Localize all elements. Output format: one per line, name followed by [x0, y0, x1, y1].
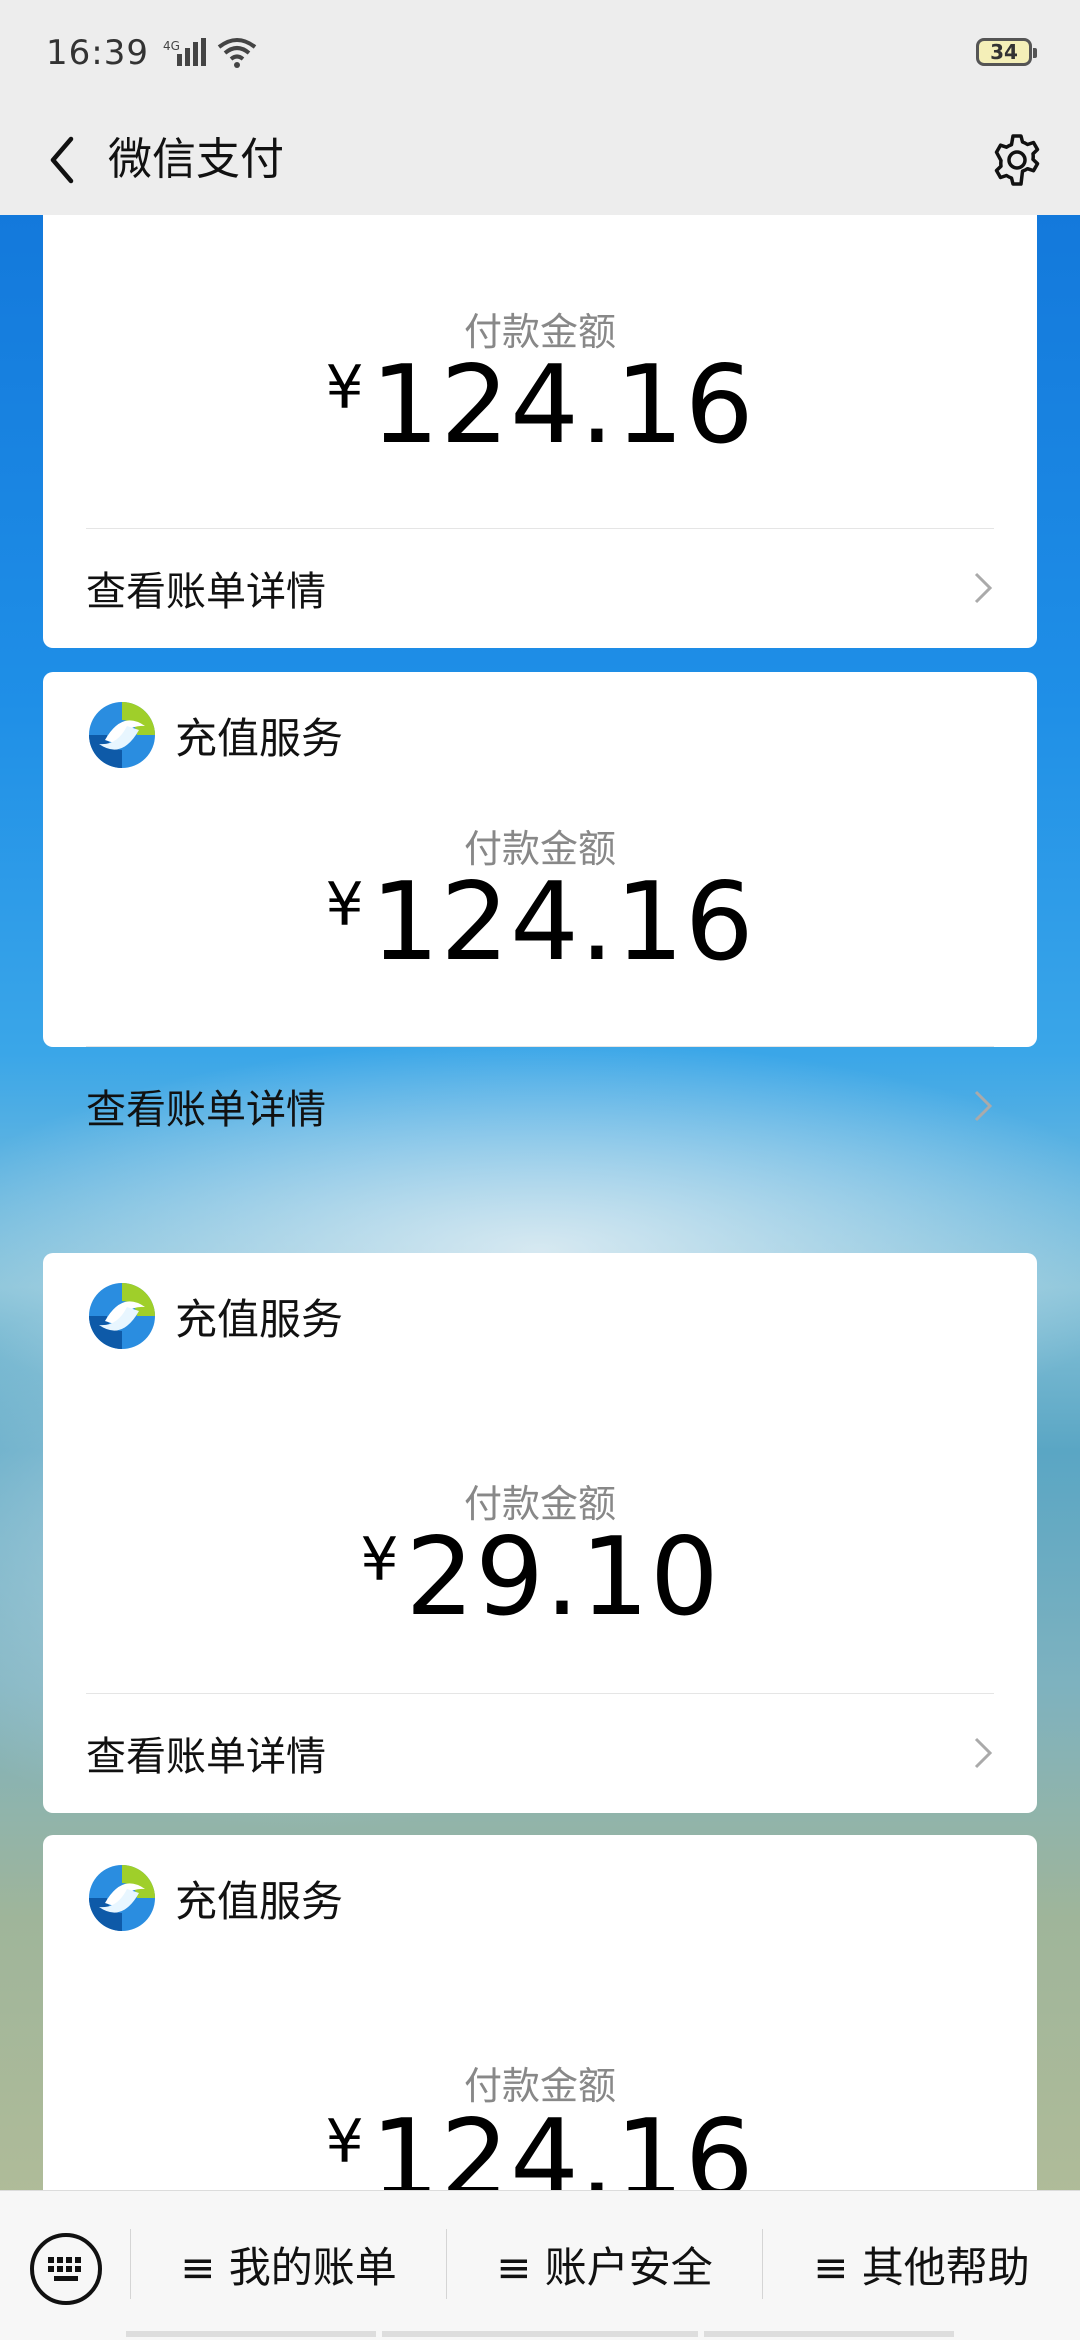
chevron-right-icon	[974, 572, 993, 604]
chevron-right-icon	[974, 1090, 993, 1122]
payment-amount: ¥29.10	[43, 1515, 1037, 1640]
battery-icon: 34	[976, 38, 1037, 66]
payment-amount: ¥124.16	[43, 860, 1037, 985]
payment-amount: ¥124.16	[43, 2097, 1037, 2190]
network-label: 4G	[163, 39, 180, 53]
payment-amount: ¥124.16	[43, 343, 1037, 468]
menu-indicator	[126, 2331, 376, 2337]
menu-account-security[interactable]: ≡ 账户安全	[447, 2219, 762, 2309]
payment-message-list[interactable]: 付款金额 ¥124.16 查看账单详情 充值服务 付款金额 ¥124.16 查看…	[0, 215, 1080, 2190]
payment-card: 付款金额 ¥124.16 查看账单详情	[43, 215, 1037, 648]
currency-symbol: ¥	[360, 1525, 400, 1595]
menu-indicator	[382, 2331, 698, 2337]
view-bill-details-label: 查看账单详情	[86, 569, 326, 615]
gear-icon	[994, 134, 1040, 186]
card-header: 充值服务	[87, 1863, 343, 1933]
card-header: 充值服务	[87, 1281, 343, 1351]
keyboard-toggle-button[interactable]	[28, 2231, 104, 2307]
status-icons: 4G	[163, 37, 257, 69]
status-time: 16:39	[46, 32, 149, 73]
recharge-logo-icon	[89, 702, 155, 768]
merchant-name: 充值服务	[175, 1876, 344, 1926]
signal-icon: 4G	[163, 37, 206, 66]
page-title: 微信支付	[108, 134, 284, 185]
menu-indicator	[704, 2331, 954, 2337]
card-header: 充值服务	[87, 700, 343, 770]
currency-symbol: ¥	[325, 353, 365, 423]
payment-card: 充值服务 付款金额 ¥124.16	[43, 672, 1037, 1047]
currency-symbol: ¥	[325, 870, 365, 940]
navigation-bar: 微信支付	[0, 105, 1080, 215]
chevron-left-icon	[50, 136, 74, 184]
view-bill-details-link[interactable]: 查看账单详情	[86, 1047, 994, 1165]
merchant-name: 充值服务	[175, 1294, 344, 1344]
menu-other-help[interactable]: ≡ 其他帮助	[763, 2219, 1080, 2309]
amount-value: 29.10	[405, 1515, 720, 1640]
merchant-name: 充值服务	[175, 713, 344, 763]
wifi-icon	[217, 37, 257, 68]
recharge-logo-icon	[89, 1283, 155, 1349]
status-bar: 16:39 4G 34	[0, 0, 1080, 105]
keyboard-icon	[30, 2233, 102, 2305]
currency-symbol: ¥	[325, 2107, 365, 2177]
view-bill-details-link[interactable]: 查看账单详情	[86, 528, 994, 648]
battery-level: 34	[990, 40, 1018, 64]
payment-card: 充值服务 付款金额 ¥29.10 查看账单详情	[43, 1253, 1037, 1813]
view-bill-details-label: 查看账单详情	[86, 1087, 326, 1133]
chevron-right-icon	[974, 1737, 993, 1769]
amount-value: 124.16	[370, 860, 755, 985]
view-bill-details-label: 查看账单详情	[86, 1734, 326, 1780]
amount-value: 124.16	[370, 2097, 755, 2190]
recharge-logo-icon	[89, 1865, 155, 1931]
amount-value: 124.16	[370, 343, 755, 468]
menu-my-bills[interactable]: ≡ 我的账单	[131, 2219, 446, 2309]
payment-card: 充值服务 付款金额 ¥124.16	[43, 1835, 1037, 2190]
view-bill-details-link[interactable]: 查看账单详情	[86, 1693, 994, 1813]
back-button[interactable]	[32, 127, 92, 193]
settings-button[interactable]	[982, 125, 1052, 195]
bottom-menu-bar: ≡ 我的账单 ≡ 账户安全 ≡ 其他帮助	[0, 2190, 1080, 2340]
